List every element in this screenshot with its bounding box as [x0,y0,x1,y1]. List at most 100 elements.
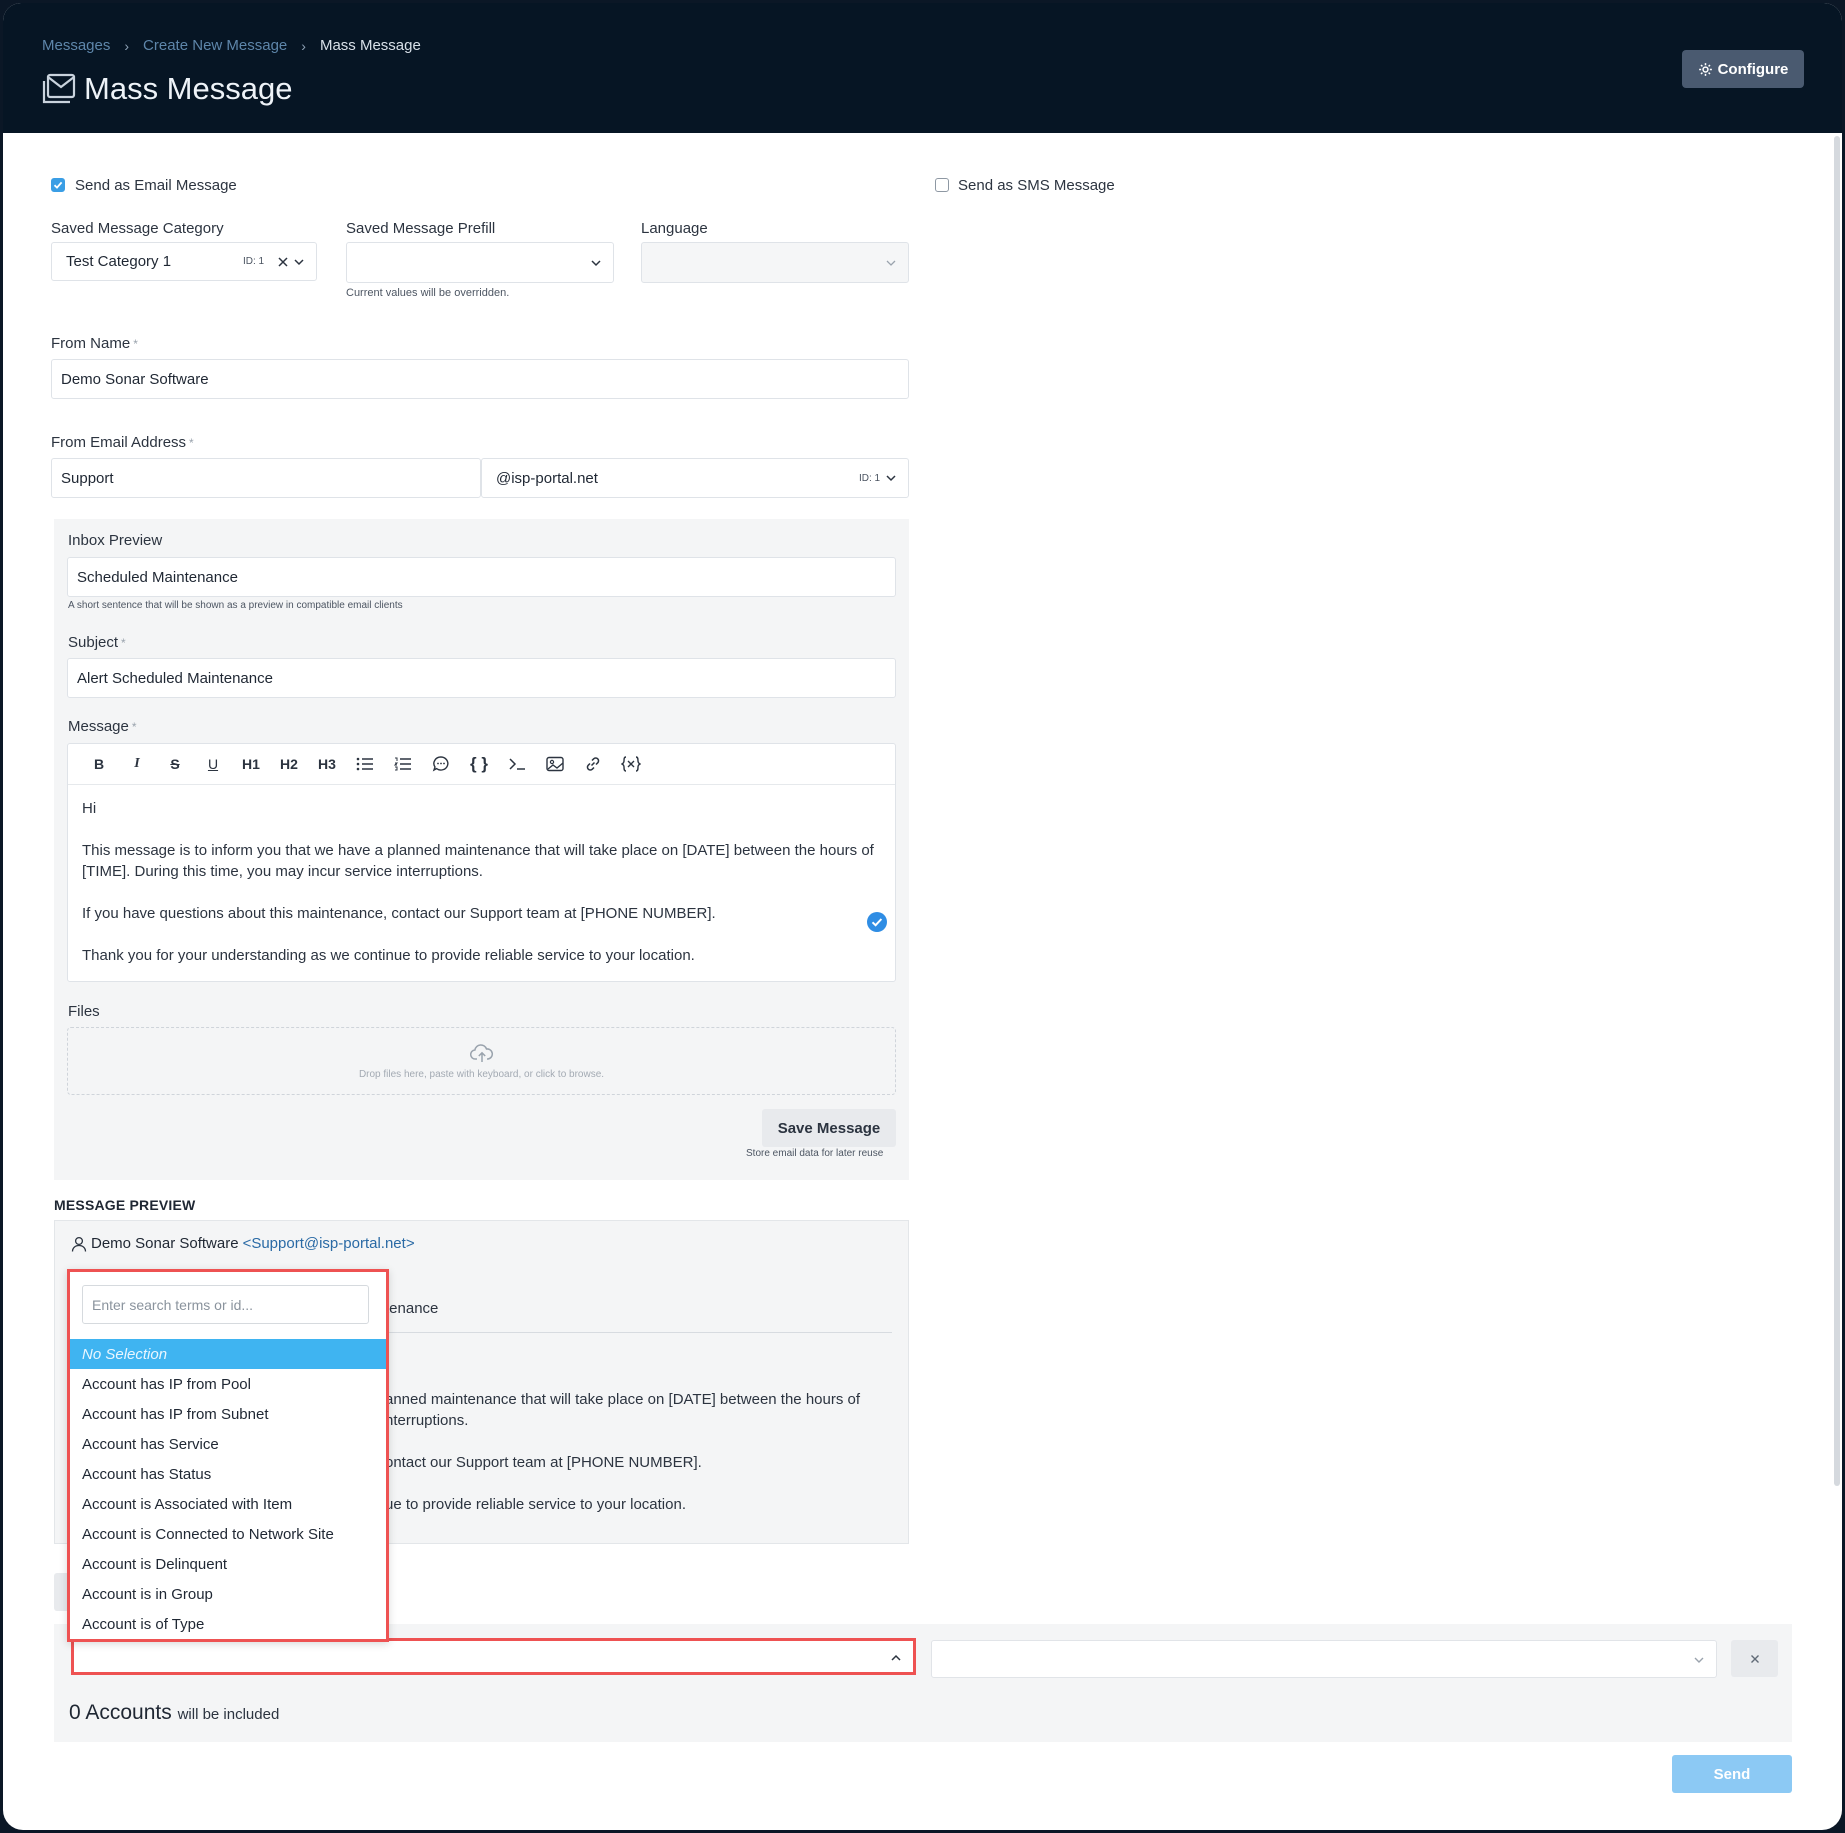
save-message-button[interactable]: Save Message [762,1109,896,1147]
link-button[interactable] [574,749,612,779]
filter-value-select[interactable] [931,1640,1717,1678]
chevron-right-icon: › [124,37,130,54]
message-editor[interactable]: B I S U H1 H2 H3 { } Hi This message is … [67,743,896,982]
configure-button[interactable]: Configure [1682,50,1804,88]
category-id: ID: 1 [243,256,265,267]
dropdown-option[interactable]: Account has IP from Subnet [70,1399,386,1429]
heading2-button[interactable]: H2 [270,749,308,779]
dropdown-search-input[interactable]: Enter search terms or id... [82,1285,369,1324]
code-block-button[interactable]: { } [460,749,498,779]
speech-bubble-icon [432,756,449,772]
image-button[interactable] [536,749,574,779]
preview-line: anned maintenance that will take place o… [385,1391,861,1408]
from-name-input[interactable]: Demo Sonar Software [51,359,909,399]
inbox-preview-value: Scheduled Maintenance [77,568,238,586]
terminal-button[interactable] [498,749,536,779]
prefill-label: Saved Message Prefill [346,220,496,237]
breadcrumb-messages[interactable]: Messages [42,37,110,54]
bold-button[interactable]: B [80,749,118,779]
chevron-down-icon [886,260,896,266]
preview-sender-name: Demo Sonar Software [91,1235,239,1252]
heading3-button[interactable]: H3 [308,749,346,779]
from-email-domain-id: ID: 1 [859,473,881,484]
app-window: Messages › Create New Message › Mass Mes… [3,3,1842,1830]
close-icon [1750,1654,1759,1663]
prefill-hint: Current values will be overridden. [346,287,510,299]
from-email-local-value: Support [61,469,114,487]
send-sms-checkbox[interactable] [935,178,949,192]
from-name-value: Demo Sonar Software [61,370,209,388]
dropzone-text: Drop files here, paste with keyboard, or… [358,1069,605,1080]
preview-line: ue to provide reliable service to your l… [385,1496,686,1513]
quote-button[interactable] [422,749,460,779]
save-message-hint: Store email data for later reuse [746,1148,884,1159]
italic-button[interactable]: I [118,749,156,779]
from-email-label: From Email Address * [51,434,194,451]
category-select[interactable]: Test Category 1 ID: 1 [51,242,317,281]
chevron-down-icon [886,475,896,482]
configure-label: Configure [1717,60,1789,78]
from-email-local-input[interactable]: Support [51,458,481,498]
inbox-preview-input[interactable]: Scheduled Maintenance [67,557,896,597]
filter-type-select[interactable] [71,1638,916,1675]
language-select[interactable] [641,242,909,283]
message-paragraph: Thank you for your understanding as we c… [82,947,695,964]
language-label: Language [641,220,708,237]
dropdown-option[interactable]: Account is Connected to Network Site [70,1519,386,1549]
inbox-preview-hint: A short sentence that will be shown as a… [68,600,403,611]
category-value: Test Category 1 [66,253,172,270]
dropdown-option[interactable]: Account is in Group [70,1579,386,1609]
inbox-preview-label: Inbox Preview [68,532,163,549]
link-icon [586,757,600,771]
strikethrough-button[interactable]: S [156,749,194,779]
dropdown-option[interactable]: Account is Delinquent [70,1549,386,1579]
page-title: Mass Message [42,71,292,107]
chevron-up-icon [891,1654,901,1661]
chevron-down-icon [591,259,601,266]
from-email-domain-select[interactable]: @isp-portal.net ID: 1 [481,458,909,498]
prefill-select[interactable] [346,242,614,283]
variable-icon [621,756,641,772]
message-preview-heading: MESSAGE PREVIEW [54,1197,196,1213]
chevron-down-icon [294,258,304,265]
dropdown-option[interactable]: Account has Service [70,1429,386,1459]
dropdown-option[interactable]: Account is Associated with Item [70,1489,386,1519]
dropdown-option[interactable]: Account has IP from Pool [70,1369,386,1399]
dropdown-option[interactable]: Account has Status [70,1459,386,1489]
breadcrumb-create-new-message[interactable]: Create New Message [143,37,287,54]
dropdown-option[interactable]: No Selection [70,1339,386,1369]
from-email-domain-value: @isp-portal.net [496,469,598,487]
variable-button[interactable] [612,749,650,779]
message-paragraph: This message is to inform you that we ha… [82,842,874,880]
send-sms-label: Send as SMS Message [958,177,1115,194]
subject-input[interactable]: Alert Scheduled Maintenance [67,658,896,698]
send-button[interactable]: Send [1672,1755,1792,1793]
file-dropzone[interactable]: Drop files here, paste with keyboard, or… [67,1027,896,1095]
message-paragraph: If you have questions about this mainten… [82,905,716,922]
page-title-text: Mass Message [84,71,293,106]
remove-filter-button[interactable] [1731,1640,1778,1677]
heading1-button[interactable]: H1 [232,749,270,779]
files-label: Files [68,1003,100,1020]
message-body[interactable]: Hi This message is to inform you that we… [68,785,895,1000]
clear-icon[interactable] [277,256,289,268]
underline-button[interactable]: U [194,749,232,779]
dropdown-option[interactable]: Account is of Type [70,1609,386,1639]
accounts-count: 0 Accounts will be included [69,1701,280,1724]
category-label: Saved Message Category [51,220,224,237]
dropdown-options: No Selection Account has IP from Pool Ac… [70,1339,386,1639]
preview-line: nterruptions. [385,1412,469,1429]
scrollbar[interactable] [1834,136,1840,1486]
bullet-list-button[interactable] [346,749,384,779]
chevron-right-icon: › [301,37,306,54]
chevron-down-icon [1694,1657,1704,1663]
bullet-list-icon [356,757,373,771]
numbered-list-button[interactable] [384,749,422,779]
mail-stack-icon [42,73,76,104]
subject-label: Subject * [68,634,126,651]
message-label: Message * [68,718,137,735]
message-paragraph: Hi [82,800,97,817]
grammar-check-icon[interactable] [867,912,887,932]
send-email-checkbox[interactable] [51,178,65,192]
breadcrumb: Messages › Create New Message › Mass Mes… [42,37,421,54]
